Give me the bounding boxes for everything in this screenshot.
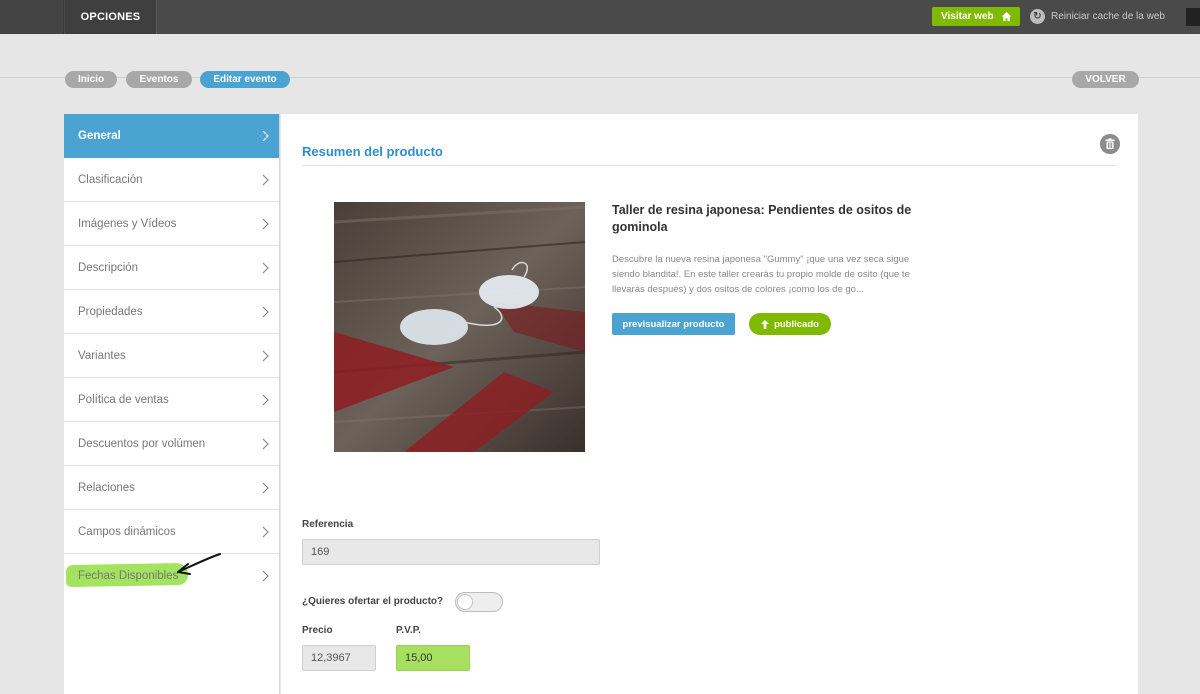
panel-divider — [302, 165, 1116, 166]
chevron-right-icon — [262, 394, 269, 406]
sidebar-item-label: Campos dinámicos — [78, 525, 176, 538]
sidebar: General Clasificación Imágenes y Vídeos … — [64, 114, 280, 694]
sidebar-item-clasificacion[interactable]: Clasificación — [64, 158, 279, 202]
chevron-right-icon — [262, 262, 269, 274]
main-panel: Resumen del producto Taller de resina ja… — [281, 114, 1138, 694]
reset-cache-link[interactable]: ↻ Reiniciar cache de la web — [1030, 9, 1165, 24]
sidebar-item-descuentos-volumen[interactable]: Descuentos por volúmen — [64, 422, 279, 466]
sidebar-item-general[interactable]: General — [64, 114, 279, 158]
chevron-right-icon — [262, 350, 269, 362]
top-bar-left-strip — [0, 0, 64, 34]
top-bar: OPCIONES Visitar web ↻ Reiniciar cache d… — [0, 0, 1200, 34]
sidebar-item-relaciones[interactable]: Relaciones — [64, 466, 279, 510]
sidebar-item-label: Descripción — [78, 261, 139, 274]
chevron-right-icon — [262, 218, 269, 230]
chevron-right-icon — [262, 130, 269, 142]
sidebar-item-imagenes-videos[interactable]: Imágenes y Vídeos — [64, 202, 279, 246]
reset-cache-label: Reiniciar cache de la web — [1051, 11, 1165, 22]
price-field[interactable]: 12,3967 — [302, 645, 376, 671]
published-button[interactable]: publicado — [749, 313, 831, 335]
product-image — [334, 202, 585, 452]
chevron-right-icon — [262, 482, 269, 494]
breadcrumb-editar-evento[interactable]: Editar evento — [200, 71, 290, 88]
options-menu[interactable]: OPCIONES — [65, 0, 157, 34]
back-button[interactable]: VOLVER — [1072, 71, 1139, 88]
chevron-right-icon — [262, 526, 269, 538]
sidebar-item-variantes[interactable]: Variantes — [64, 334, 279, 378]
reference-field[interactable]: 169 — [302, 539, 600, 565]
pvp-label: P.V.P. — [396, 625, 421, 636]
sidebar-item-label: Descuentos por volúmen — [78, 437, 206, 450]
product-description: Descubre la nueva resina japonesa "Gummy… — [612, 254, 910, 295]
annotation-arrow-icon — [177, 553, 221, 575]
trash-icon[interactable] — [1100, 134, 1120, 154]
pvp-field[interactable]: 15,00 — [396, 645, 470, 671]
sidebar-item-label: Variantes — [78, 349, 126, 362]
breadcrumb-eventos[interactable]: Eventos — [126, 71, 192, 88]
sidebar-item-descripcion[interactable]: Descripción — [64, 246, 279, 290]
breadcrumb-inicio[interactable]: Inicio — [65, 71, 117, 88]
published-label: publicado — [774, 318, 819, 330]
offer-toggle[interactable] — [455, 592, 503, 612]
visit-web-label: Visitar web — [941, 11, 994, 22]
refresh-icon: ↻ — [1030, 9, 1045, 24]
sidebar-item-label: Fechas Disponibles — [78, 570, 179, 582]
sidebar-item-label: Propiedades — [78, 305, 143, 318]
preview-product-button[interactable]: previsualizar producto — [612, 313, 735, 335]
chevron-right-icon — [262, 174, 269, 186]
arrow-up-icon — [761, 319, 770, 329]
sidebar-item-label: Imágenes y Vídeos — [78, 217, 177, 230]
offer-label: ¿Quieres ofertar el producto? — [302, 596, 444, 607]
sidebar-item-campos-dinamicos[interactable]: Campos dinámicos — [64, 510, 279, 554]
price-label: Precio — [302, 625, 333, 636]
product-title: Taller de resina japonesa: Pendientes de… — [612, 203, 912, 234]
sidebar-item-label: General — [78, 130, 121, 142]
chevron-right-icon — [262, 306, 269, 318]
chevron-right-icon — [262, 570, 269, 582]
sidebar-item-propiedades[interactable]: Propiedades — [64, 290, 279, 334]
corner-widget[interactable] — [1186, 8, 1200, 26]
sidebar-item-label: Relaciones — [78, 481, 135, 494]
visit-web-button[interactable]: Visitar web — [932, 7, 1020, 26]
sidebar-item-politica-ventas[interactable]: Política de ventas — [64, 378, 279, 422]
chevron-right-icon — [262, 438, 269, 450]
panel-title: Resumen del producto — [302, 144, 443, 159]
toggle-knob — [457, 594, 473, 610]
sidebar-item-label: Clasificación — [78, 173, 143, 186]
sidebar-item-label: Política de ventas — [78, 393, 169, 406]
home-icon — [1001, 11, 1012, 22]
reference-label: Referencia — [302, 519, 354, 530]
